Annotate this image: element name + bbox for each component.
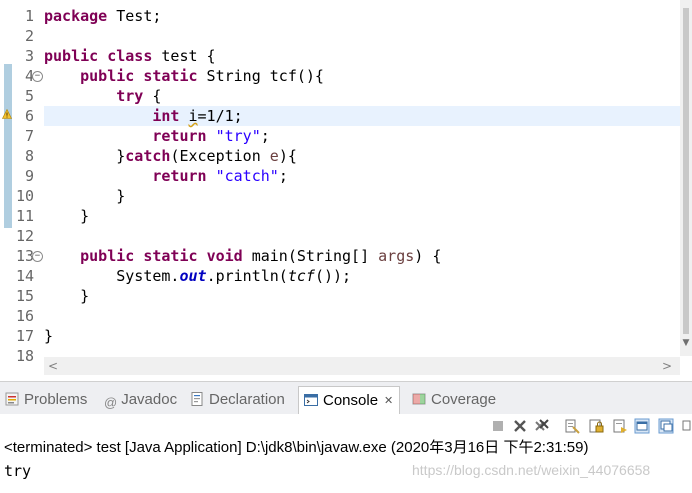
pin-console-icon[interactable] [634, 418, 650, 434]
tab-javadoc[interactable]: @ Javadoc [104, 386, 177, 413]
terminate-icon[interactable] [490, 418, 506, 434]
console-output[interactable]: try [4, 461, 31, 481]
vertical-scroll-thumb[interactable] [683, 8, 689, 334]
line-number: 9 [24, 167, 34, 185]
code-line: return "catch"; [152, 167, 288, 185]
code-line: System.out.println(tcf()); [116, 267, 352, 285]
line-number: 3 [24, 47, 34, 65]
code-line: public static void main(String[] args) { [80, 247, 442, 265]
code-line: try { [116, 87, 162, 105]
code-line: } [44, 207, 90, 225]
remove-launch-icon[interactable] [512, 418, 528, 434]
view-tab-bar: Problems @ Javadoc Declaration Console ✕ C… [0, 381, 692, 415]
code-text-area[interactable]: package Test; public class test { public… [44, 0, 680, 352]
line-number: 13 [15, 247, 34, 265]
javadoc-icon: @ [104, 395, 118, 410]
clear-console-icon[interactable] [564, 418, 580, 434]
code-line: }catch(Exception e){ [116, 147, 297, 165]
code-editor[interactable]: 1 2 3 4 5 6 7 8 9 10 11 12 13 14 15 16 1… [0, 0, 692, 380]
watermark: https://blog.csdn.net/weixin_44076658 [412, 462, 651, 478]
problems-icon [5, 392, 19, 406]
line-number: 4 [24, 67, 34, 85]
console-panel: Problems @ Javadoc Declaration Console ✕ C… [0, 381, 692, 493]
close-tab-icon[interactable]: ✕ [384, 388, 393, 415]
current-code-line: int i=1/1; [44, 106, 680, 126]
console-toolbar [0, 414, 692, 440]
tab-problems[interactable]: Problems [4, 386, 87, 413]
line-number: 1 [24, 7, 34, 25]
coverage-icon [412, 393, 426, 405]
tab-coverage[interactable]: Coverage [411, 386, 496, 413]
console-icon [304, 394, 318, 406]
code-line: } [44, 287, 90, 305]
code-line: public static String tcf(){ [80, 67, 324, 85]
console-process-header: <terminated> test [Java Application] D:\… [4, 439, 589, 456]
word-wrap-icon[interactable] [612, 418, 628, 434]
code-line: } [44, 187, 126, 205]
scroll-left-arrow-icon[interactable]: < [48, 358, 58, 374]
line-number: 5 [24, 87, 34, 105]
tab-declaration[interactable]: Declaration [189, 386, 285, 413]
code-line: return "try"; [152, 127, 270, 145]
scroll-down-arrow-icon[interactable]: ▼ [681, 338, 691, 350]
line-number: 14 [15, 267, 34, 285]
horizontal-scrollbar[interactable] [44, 357, 680, 375]
fold-collapse-icon[interactable]: − [32, 71, 43, 82]
line-number: 17 [15, 327, 34, 345]
code-line: package Test; [44, 7, 162, 25]
declaration-icon [191, 392, 203, 406]
code-line: public class test { [44, 47, 216, 65]
code-line: } [44, 327, 54, 345]
line-number: 18 [15, 347, 34, 365]
fold-collapse-icon[interactable]: − [32, 251, 43, 262]
scroll-lock-icon[interactable] [588, 418, 604, 434]
line-number: 8 [24, 147, 34, 165]
warning-marker-icon[interactable] [2, 109, 12, 119]
remove-all-terminated-icon[interactable] [534, 418, 550, 434]
open-console-dropdown-icon[interactable] [682, 418, 692, 434]
tab-console[interactable]: Console ✕ [298, 386, 401, 415]
unused-variable: i [188, 107, 198, 125]
line-number: 11 [15, 207, 34, 225]
line-number-gutter: 1 2 3 4 5 6 7 8 9 10 11 12 13 14 15 16 1… [12, 0, 42, 365]
line-number: 10 [15, 187, 34, 205]
display-selected-console-icon[interactable] [658, 418, 674, 434]
line-number: 16 [15, 307, 34, 325]
line-number: 7 [24, 127, 34, 145]
scroll-right-arrow-icon[interactable]: > [662, 358, 672, 374]
line-number: 12 [15, 227, 34, 245]
line-number: 2 [24, 27, 34, 45]
line-number: 15 [15, 287, 34, 305]
